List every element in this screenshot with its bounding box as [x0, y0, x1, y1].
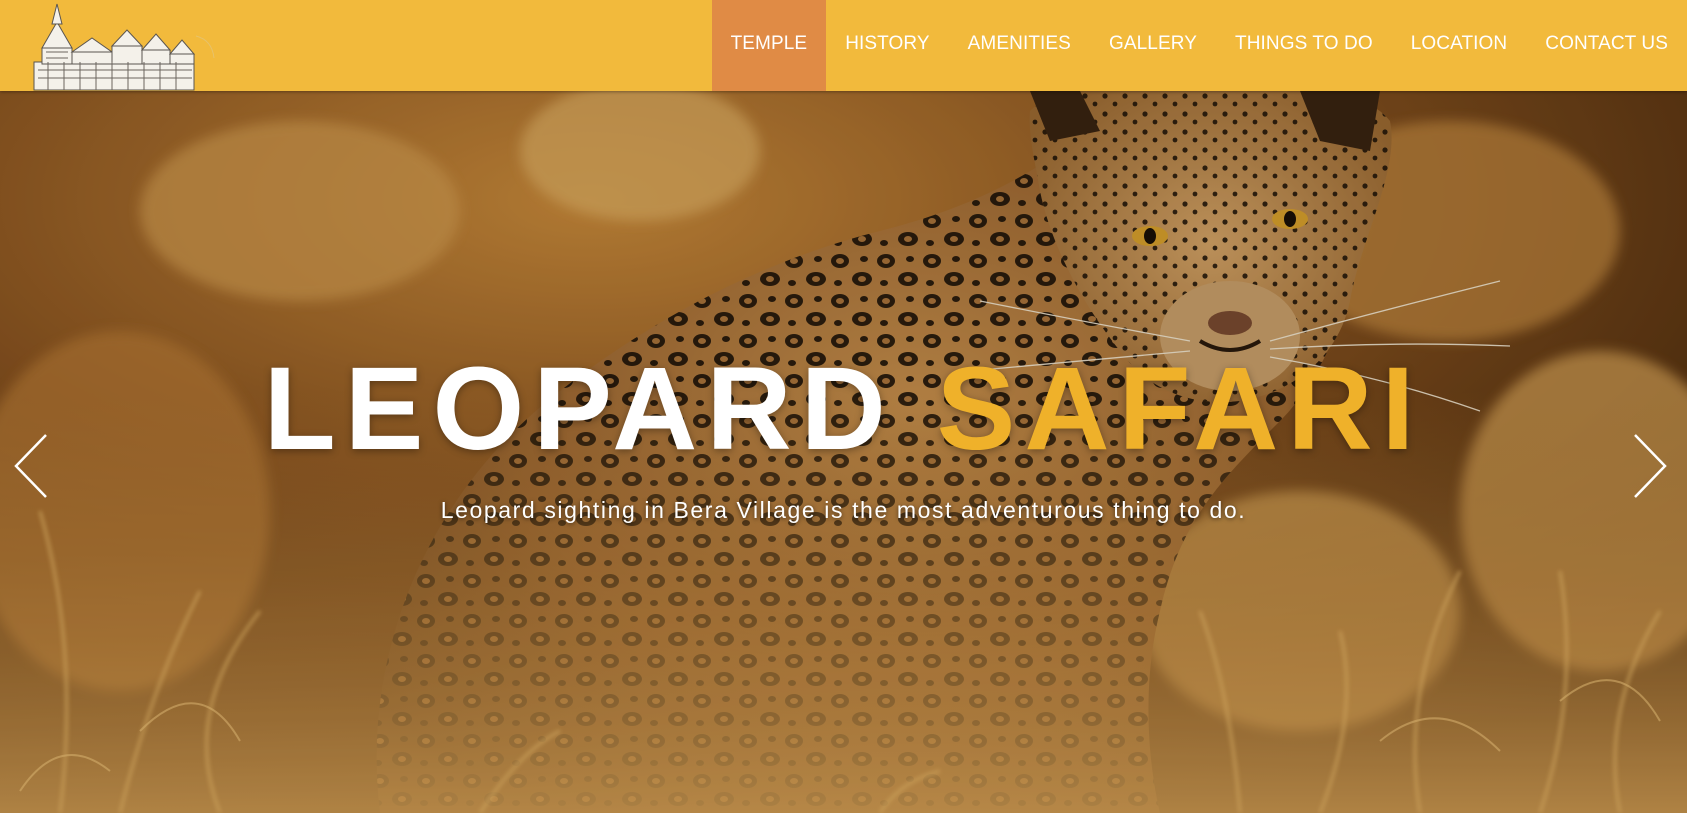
carousel-prev-button[interactable] [12, 431, 52, 501]
nav-item-things-to-do[interactable]: THINGS TO DO [1216, 0, 1392, 91]
hero-subtitle: Leopard sighting in Bera Village is the … [440, 497, 1247, 523]
nav-item-history[interactable]: HISTORY [826, 0, 948, 91]
chevron-left-icon [14, 434, 47, 498]
hero-title: LEOPARD SAFARI [0, 349, 1687, 469]
main-nav: TEMPLE HISTORY AMENITIES GALLERY THINGS … [711, 0, 1687, 91]
carousel-next-button[interactable] [1629, 431, 1669, 501]
nav-item-gallery[interactable]: GALLERY [1090, 0, 1216, 91]
nav-item-location[interactable]: LOCATION [1392, 0, 1527, 91]
top-navbar: TEMPLE HISTORY AMENITIES GALLERY THINGS … [0, 0, 1687, 91]
nav-item-amenities[interactable]: AMENITIES [949, 0, 1090, 91]
temple-logo-icon [33, 3, 215, 91]
hero-title-word-1: LEOPARD [263, 343, 895, 475]
temple-logo[interactable] [28, 0, 228, 91]
nav-item-temple[interactable]: TEMPLE [711, 0, 827, 91]
nav-item-contact-us[interactable]: CONTACT US [1526, 0, 1687, 91]
hero-title-word-2: SAFARI [936, 343, 1424, 475]
chevron-right-icon [1634, 434, 1667, 498]
hero-carousel: LEOPARD SAFARI Leopard sighting in Bera … [0, 91, 1687, 813]
